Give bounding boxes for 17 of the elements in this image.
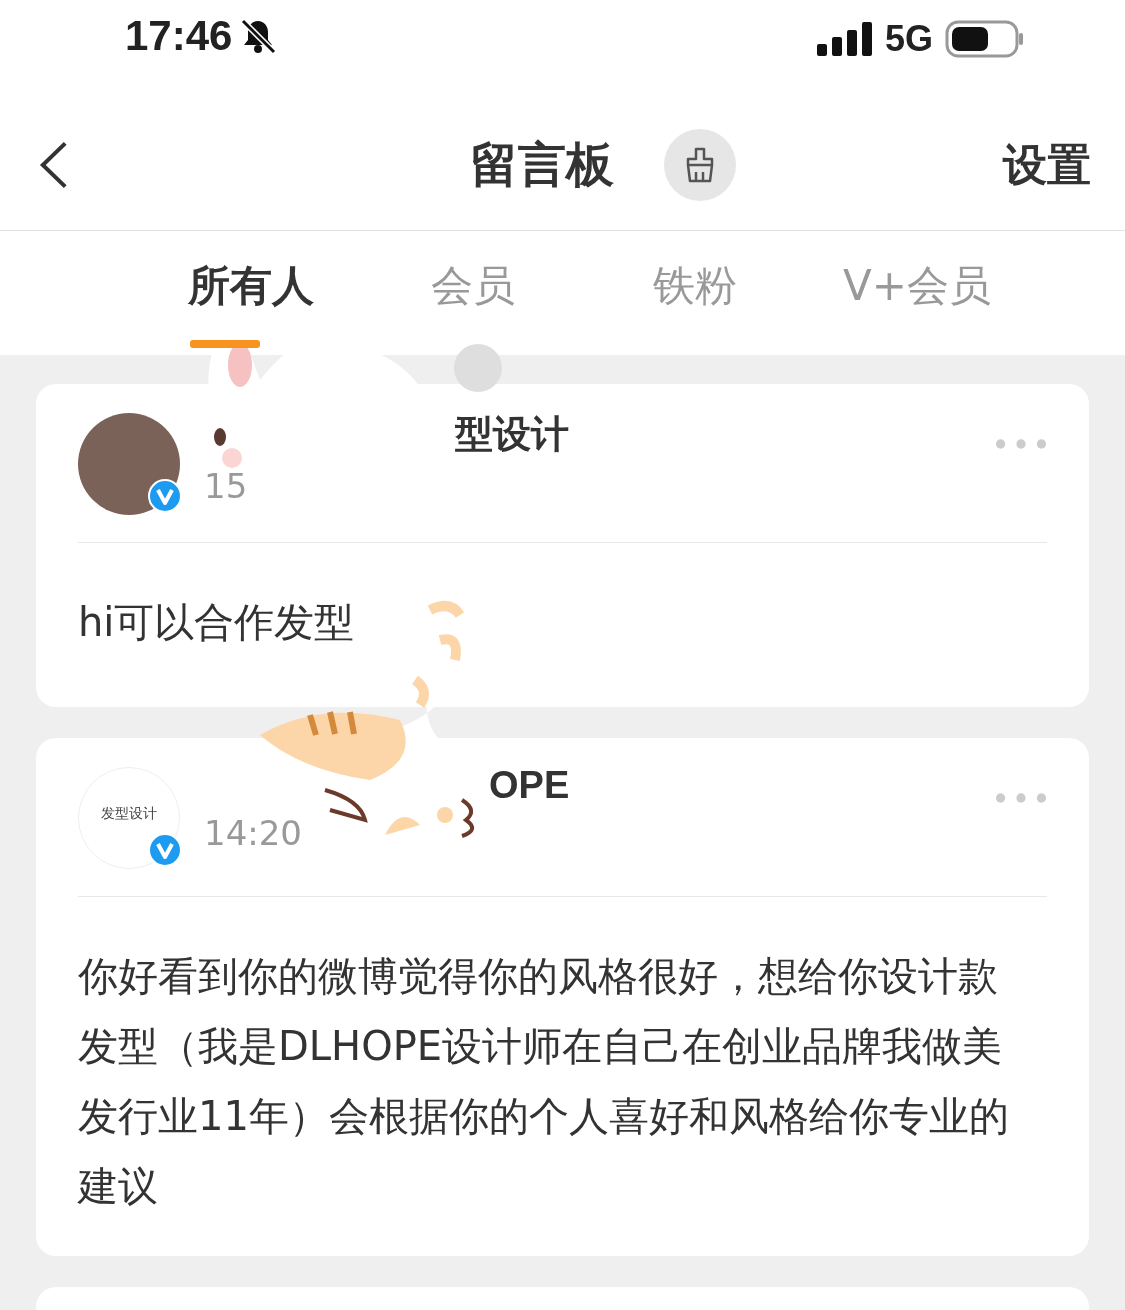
- page-title: 留言板: [470, 135, 614, 194]
- message-time: 14:20: [204, 812, 302, 853]
- user-name[interactable]: OPE: [489, 763, 570, 807]
- message-text: hi可以合作发型: [78, 598, 356, 647]
- status-time: 17:46: [125, 12, 233, 60]
- user-name[interactable]: 型设计: [455, 408, 569, 460]
- message-time: 15: [204, 465, 248, 506]
- settings-link[interactable]: 设置: [1003, 135, 1091, 195]
- message-text: 你好看到你的微博觉得你的风格很好，想给你设计款发型（我是DLHOPE设计师在自己在创业品牌我做美发行业11年）会根据你的个人喜好和风格给你专业的建议: [78, 952, 1010, 1211]
- network-label: 5G: [884, 18, 933, 60]
- filter-tab[interactable]: 所有人: [140, 258, 362, 328]
- avatar-label: 发型设计: [78, 767, 180, 869]
- dot-sticker-drawing: [454, 344, 502, 392]
- more-icon: [995, 438, 1047, 450]
- signal-icon: [816, 22, 873, 56]
- more-icon: [995, 792, 1047, 804]
- battery-icon: [945, 20, 1025, 58]
